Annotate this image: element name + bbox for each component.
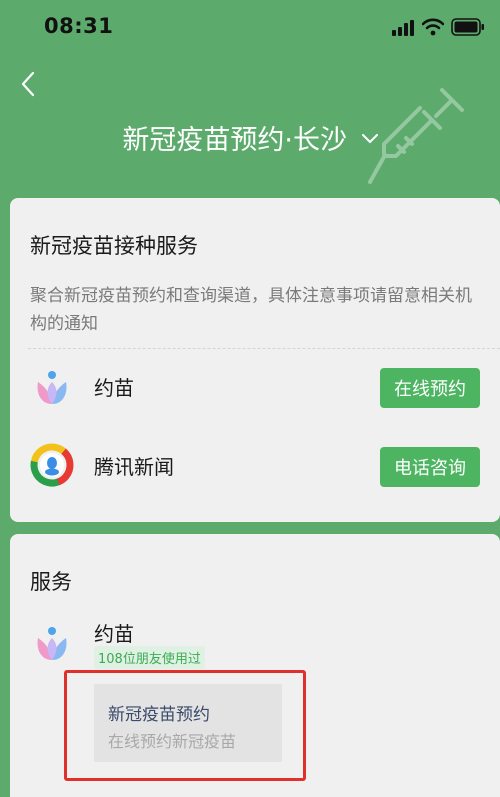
book-online-button[interactable]: 在线预约 xyxy=(380,368,480,408)
battery-icon xyxy=(451,18,484,36)
phone-consult-button[interactable]: 电话咨询 xyxy=(380,447,480,487)
tencent-news-logo-icon xyxy=(30,443,74,487)
status-time: 08:31 xyxy=(44,14,114,38)
list-item-tencent-news[interactable]: 腾讯新闻 电话咨询 xyxy=(10,437,500,497)
back-arrow-icon[interactable] xyxy=(16,70,40,98)
signal-icon xyxy=(392,20,414,36)
divider xyxy=(28,348,500,349)
yuemiao-logo-icon xyxy=(37,371,67,404)
card-description: 聚合新冠疫苗预约和查询渠道，具体注意事项请留意相关机构的通知 xyxy=(30,286,472,334)
vaccination-service-card: 新冠疫苗接种服务 聚合新冠疫苗预约和查询渠道，具体注意事项请留意相关机构的通知 … xyxy=(10,198,500,522)
list-item-yuemiao[interactable]: 约苗 在线预约 xyxy=(10,358,500,418)
chevron-down-icon[interactable] xyxy=(361,133,378,144)
service-name: 约苗 xyxy=(94,376,134,400)
card-title: 服务 xyxy=(30,570,72,594)
header: 新冠疫苗预约·长沙 xyxy=(0,118,500,157)
service-name[interactable]: 约苗 xyxy=(94,618,134,647)
status-bar: 08:31 xyxy=(0,0,500,56)
card-title: 新冠疫苗接种服务 xyxy=(30,234,198,258)
service-name: 腾讯新闻 xyxy=(94,455,174,479)
yuemiao-logo-icon xyxy=(37,627,67,660)
page-title[interactable]: 新冠疫苗预约·长沙 xyxy=(122,118,347,157)
highlight-annotation xyxy=(64,670,306,781)
wifi-icon xyxy=(422,18,444,36)
usage-badge: 108位朋友使用过 xyxy=(94,646,205,669)
